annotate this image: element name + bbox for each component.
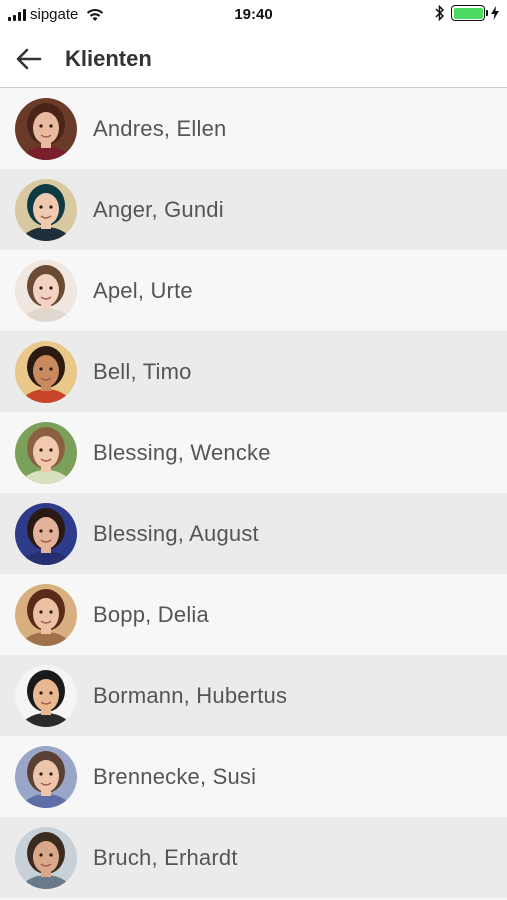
status-bar: sipgate 19:40 [0,0,507,30]
client-row[interactable]: Bruch, Erhardt [0,817,507,898]
avatar [15,826,77,889]
page-title: Klienten [65,45,152,71]
client-name: Blessing, August [93,520,259,546]
client-name: Anger, Gundi [93,196,224,222]
avatar [15,340,77,403]
client-name: Brennecke, Susi [93,763,257,789]
client-row[interactable]: Blessing, August [0,493,507,574]
avatar [15,178,77,241]
client-name: Andres, Ellen [93,115,227,141]
arrow-left-icon [16,48,42,69]
nav-bar: Klienten [0,30,507,88]
client-row[interactable]: Bell, Timo [0,331,507,412]
charging-icon [491,6,499,20]
client-name: Bell, Timo [93,358,192,384]
bluetooth-icon [435,5,445,21]
client-row[interactable]: Bopp, Delia [0,574,507,655]
client-row[interactable]: Brennecke, Susi [0,736,507,817]
client-row[interactable]: Andres, Ellen [0,88,507,169]
avatar [15,583,77,646]
avatar [15,502,77,565]
back-button[interactable] [0,30,58,88]
avatar [15,97,77,160]
client-name: Blessing, Wencke [93,439,271,465]
client-row[interactable]: Apel, Urte [0,250,507,331]
client-name: Bormann, Hubertus [93,682,288,708]
client-row[interactable]: Anger, Gundi [0,169,507,250]
avatar [15,421,77,484]
system-icons [435,5,499,21]
clock: 19:40 [234,6,273,23]
client-row[interactable]: Blessing, Wencke [0,412,507,493]
battery-icon [451,5,488,21]
client-row[interactable]: Bormann, Hubertus [0,655,507,736]
avatar [15,664,77,727]
client-name: Bopp, Delia [93,601,209,627]
avatar [15,745,77,808]
client-name: Apel, Urte [93,277,193,303]
client-name: Bruch, Erhardt [93,844,238,870]
avatar [15,259,77,322]
client-list: Andres, Ellen Anger, Gundi Apel, Urte Bell,… [0,88,507,898]
